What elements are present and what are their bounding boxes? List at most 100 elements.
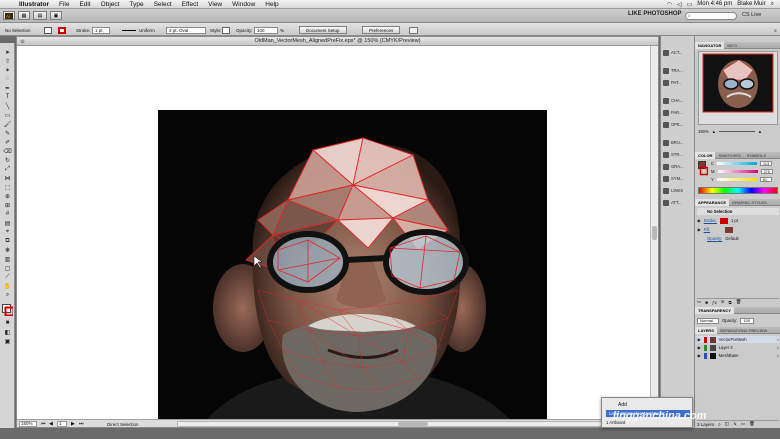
stroke-label[interactable]: Stroke: — [76, 26, 90, 34]
layer-row[interactable]: ◉ MeshBase ○ — [697, 352, 779, 359]
preferences-button[interactable]: Preferences — [362, 26, 401, 34]
panel-transform[interactable]: TRA... — [663, 66, 693, 75]
visibility-eye-icon[interactable]: ◉ — [697, 345, 701, 350]
shape-builder-tool-icon[interactable]: ⊕ — [2, 192, 13, 200]
free-transform-tool-icon[interactable]: ⬚ — [2, 183, 13, 191]
arrange-documents-icon[interactable]: ▤ — [33, 11, 47, 20]
navigator-zoom-value[interactable]: 150% — [698, 129, 709, 134]
appearance-stroke-label[interactable]: Stroke: — [704, 218, 717, 223]
color-fill-stroke-swatch[interactable] — [698, 161, 709, 179]
first-artboard-icon[interactable]: ⏮ — [41, 421, 46, 427]
workspace-switcher[interactable]: LIKE PHOTOSHOP — [628, 11, 682, 17]
visibility-eye-icon[interactable]: ◉ — [697, 227, 701, 232]
stroke-color-swatch[interactable] — [719, 217, 728, 224]
rotate-tool-icon[interactable]: ↻ — [2, 156, 13, 164]
rectangle-tool-icon[interactable]: ▭ — [2, 111, 13, 119]
mesh-tool-icon[interactable]: # — [2, 210, 13, 218]
channel-y-field[interactable]: 81 — [759, 177, 772, 182]
add-effect-icon[interactable]: ƒx — [712, 300, 717, 305]
navigator-preview[interactable] — [698, 51, 778, 125]
make-clipping-mask-icon[interactable]: ◫ — [725, 421, 729, 427]
add-new-stroke-icon[interactable]: ▭ — [697, 299, 701, 305]
panel-gradient[interactable]: GRA... — [663, 162, 693, 171]
screen-mode-icon[interactable]: ▣ — [50, 11, 62, 20]
slice-tool-icon[interactable]: ⟋ — [2, 273, 13, 281]
search-input[interactable] — [685, 12, 737, 20]
new-sublayer-icon[interactable]: ↳ — [733, 421, 737, 427]
menu-effect[interactable]: Effect — [177, 1, 204, 8]
panel-pathfinder[interactable]: PAT... — [663, 78, 693, 87]
previous-artboard-icon[interactable]: ◀ — [49, 421, 53, 427]
appearance-stroke-value[interactable]: 1 pt — [731, 218, 738, 223]
close-document-icon[interactable] — [20, 39, 25, 46]
arrange-icon[interactable] — [409, 26, 418, 34]
menu-file[interactable]: File — [54, 1, 74, 8]
perspective-grid-tool-icon[interactable]: ⊞ — [2, 201, 13, 209]
menubar-clock[interactable]: Mon 4:46 pm — [697, 1, 732, 7]
battery-icon[interactable]: ▭ — [687, 1, 693, 8]
bridge-icon[interactable]: ▦ — [18, 11, 30, 20]
panel-attributes[interactable]: ATT... — [663, 198, 693, 207]
hand-tool-icon[interactable]: ✋ — [2, 282, 13, 290]
menu-view[interactable]: View — [203, 1, 227, 8]
fill-color-swatch[interactable] — [725, 226, 734, 233]
panel-paragraph[interactable]: PAR... — [663, 108, 693, 117]
tab-appearance[interactable]: APPEARANCE — [695, 198, 730, 206]
layer-name[interactable]: MeshBase — [719, 353, 739, 358]
layer-name[interactable]: VectorPixMesh — [719, 337, 747, 342]
horizontal-scroll-thumb[interactable] — [398, 422, 428, 426]
menu-edit[interactable]: Edit — [74, 1, 95, 8]
panel-brushes[interactable]: BRU... — [663, 138, 693, 147]
layer-target-icon[interactable]: ○ — [776, 345, 779, 350]
locate-object-icon[interactable]: ⌕ — [718, 422, 721, 427]
magic-wand-tool-icon[interactable]: ✶ — [2, 66, 13, 74]
new-layer-icon[interactable]: ▭ — [741, 421, 745, 427]
menu-app-name[interactable]: Illustrator — [14, 1, 54, 8]
delete-item-icon[interactable]: 🗑 — [736, 299, 742, 305]
tab-transparency[interactable]: TRANSPARENCY — [695, 306, 735, 314]
tab-color[interactable]: COLOR — [695, 151, 716, 159]
panel-links[interactable]: LINKS — [663, 186, 693, 195]
tab-layers[interactable]: LAYERS — [695, 326, 717, 334]
clear-appearance-icon[interactable]: ⊘ — [721, 299, 725, 305]
last-artboard-icon[interactable]: ⏭ — [79, 421, 84, 427]
vertical-scrollbar[interactable] — [650, 46, 658, 419]
transparency-opacity-field[interactable]: 100 — [740, 317, 755, 324]
duplicate-item-icon[interactable]: ⧉ — [729, 300, 732, 305]
fill-stroke-indicator[interactable] — [2, 303, 13, 317]
opacity-field[interactable]: 100 — [254, 26, 278, 34]
tab-navigator[interactable]: NAVIGATOR — [695, 41, 725, 49]
add-new-fill-icon[interactable]: ■ — [705, 300, 708, 305]
artboard-tool-icon[interactable]: ▢ — [2, 264, 13, 272]
paintbrush-tool-icon[interactable]: 🖌 — [2, 120, 13, 128]
appearance-opacity-label[interactable]: Opacity: — [707, 236, 722, 241]
symbol-sprayer-tool-icon[interactable]: ❋ — [2, 246, 13, 254]
status-tool-readout[interactable]: Direct Selection — [107, 422, 139, 427]
blend-mode-select[interactable]: Normal — [697, 317, 719, 324]
lasso-tool-icon[interactable]: ◌ — [2, 75, 13, 83]
type-tool-icon[interactable]: T — [2, 93, 13, 101]
blob-brush-tool-icon[interactable]: ✐ — [2, 138, 13, 146]
tab-swatches[interactable]: SWATCHES — [715, 152, 743, 159]
navigator-zoom-slider[interactable] — [718, 130, 755, 132]
panel-character[interactable]: CHA... — [663, 96, 693, 105]
variable-width-profile[interactable]: Uniform — [122, 26, 155, 34]
artwork-portrait[interactable] — [158, 110, 547, 425]
appearance-opacity-row[interactable]: Opacity: Default — [697, 235, 779, 242]
appearance-fill-row[interactable]: ◉ Fill: — [697, 226, 779, 233]
cs-live-button[interactable]: CS Live — [742, 12, 761, 18]
change-screen-mode-icon[interactable]: ▣ — [2, 337, 13, 345]
panel-stroke[interactable]: STR... — [663, 150, 693, 159]
graphic-style-swatch[interactable] — [222, 26, 230, 34]
panel-actions[interactable]: ACT... — [663, 48, 693, 57]
column-graph-tool-icon[interactable]: ▥ — [2, 255, 13, 263]
flyout-add-item[interactable]: Add — [618, 402, 627, 408]
zoom-in-icon[interactable]: ▲ — [758, 129, 762, 134]
pen-tool-icon[interactable]: ✒ — [2, 84, 13, 92]
channel-m-slider[interactable] — [717, 170, 758, 173]
document-title[interactable]: OldMan_VectorMesh_AlignedPreFix.eps* @ 1… — [17, 37, 658, 46]
channel-c-slider[interactable] — [717, 162, 758, 165]
visibility-eye-icon[interactable]: ◉ — [697, 337, 701, 342]
tab-separations-preview[interactable]: SEPARATIONS PREVIEW — [717, 327, 770, 334]
line-tool-icon[interactable]: ╲ — [2, 102, 13, 110]
